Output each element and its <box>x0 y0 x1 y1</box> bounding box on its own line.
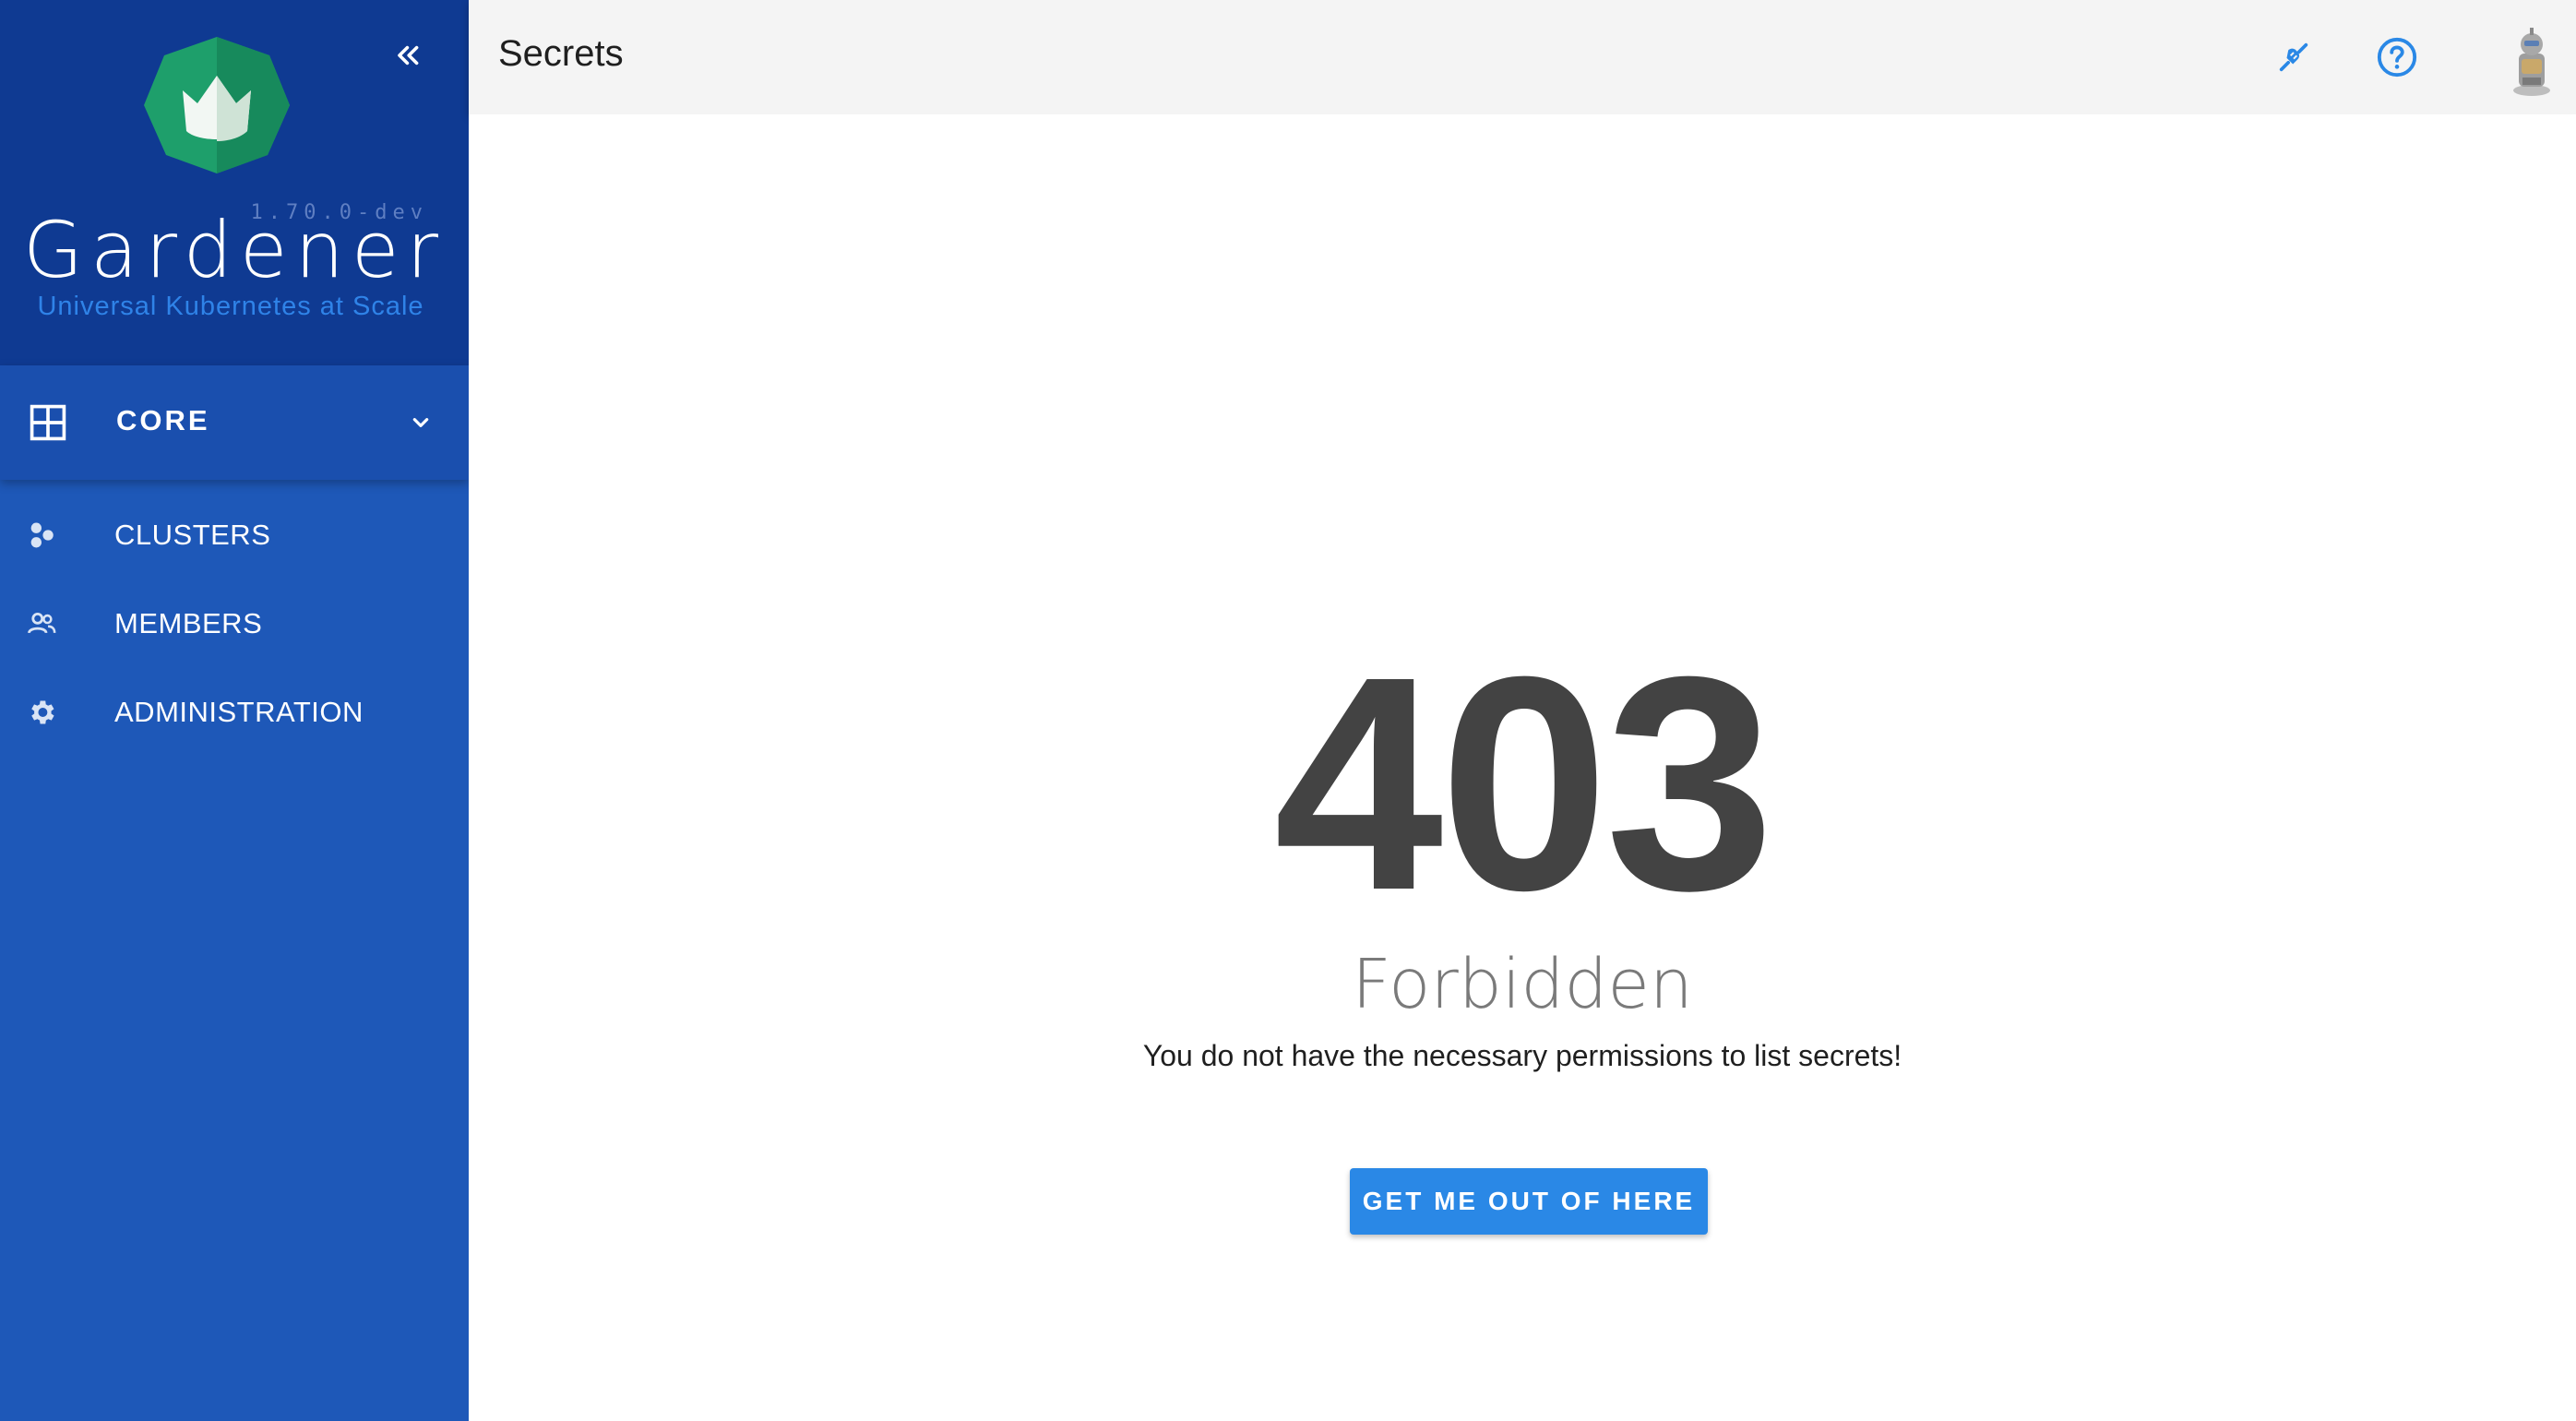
top-bar: Secrets <box>469 0 2576 114</box>
error-title: Forbidden <box>1352 945 1693 1024</box>
sidebar-item-clusters[interactable]: CLUSTERS <box>0 495 469 576</box>
help-icon <box>2377 37 2417 78</box>
error-code: 403 <box>1273 613 1775 953</box>
clusters-icon <box>30 522 54 548</box>
gardener-logo-icon <box>144 37 290 173</box>
plug-connected-icon <box>2279 42 2308 72</box>
sidebar-item-administration[interactable]: ADMINISTRATION <box>0 672 469 753</box>
brand-title: Gardener <box>22 205 447 295</box>
collapse-sidebar-button[interactable] <box>386 33 430 78</box>
sidebar-section-label: CORE <box>116 404 210 436</box>
sidebar-item-members[interactable]: MEMBERS <box>0 583 469 664</box>
main-content: 403 Forbidden You do not have the necess… <box>469 114 2576 1421</box>
error-message: You do not have the necessary permission… <box>1142 1039 1902 1072</box>
sidebar-item-label: ADMINISTRATION <box>114 696 364 728</box>
help-button[interactable] <box>2367 28 2427 87</box>
brand-subtitle: Universal Kubernetes at Scale <box>37 292 424 321</box>
page-title: Secrets <box>498 33 624 74</box>
sidebar-section-core[interactable]: CORE <box>0 365 469 480</box>
chevron-down-icon[interactable] <box>406 408 435 437</box>
sidebar-item-label: MEMBERS <box>114 607 263 639</box>
sidebar: 1.70.0-dev Gardener Universal Kubernetes… <box>0 0 469 1421</box>
sidebar-header: 1.70.0-dev Gardener Universal Kubernetes… <box>0 0 469 365</box>
double-chevron-left-icon <box>398 45 419 66</box>
app-root: 1.70.0-dev Gardener Universal Kubernetes… <box>0 0 2576 1421</box>
gear-icon <box>31 700 54 724</box>
get-me-out-button[interactable]: GET ME OUT OF HERE <box>1350 1168 1708 1235</box>
user-avatar[interactable] <box>2495 24 2569 98</box>
sidebar-item-label: CLUSTERS <box>114 519 271 551</box>
grid-icon <box>30 404 66 441</box>
connection-status-button[interactable] <box>2264 28 2323 87</box>
members-icon <box>28 612 56 634</box>
